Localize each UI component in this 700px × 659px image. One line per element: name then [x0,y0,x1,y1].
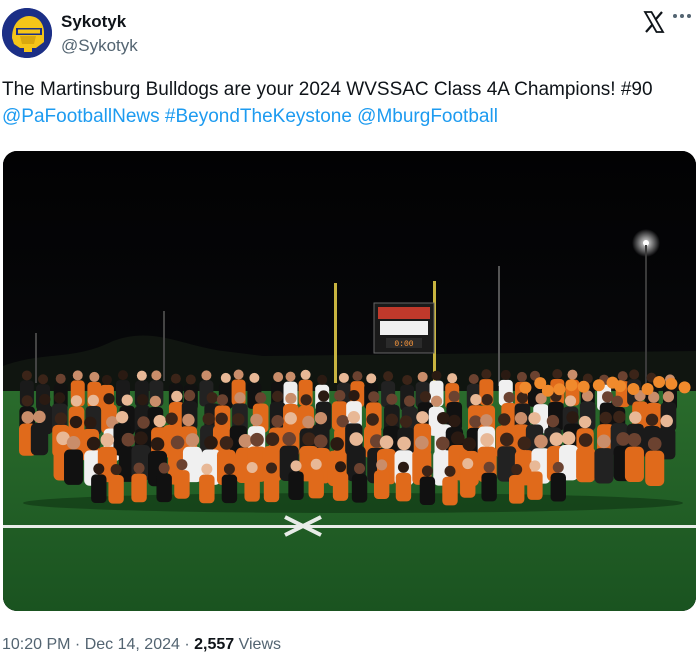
tweet-photo[interactable]: 0:00 [3,151,696,611]
more-options-icon[interactable] [668,4,696,28]
mention-pafootballnews-link[interactable]: @PaFootballNews [2,106,160,127]
hashtag-beyondthekeystone-link[interactable]: #BeyondTheKeystone [165,106,352,127]
svg-text:0:00: 0:00 [394,340,413,349]
author-display-name[interactable]: Sykotyk [61,12,138,32]
tweet-time[interactable]: 10:20 PM [2,636,70,653]
author-handle[interactable]: @Sykotyk [61,35,138,57]
meta-separator: · [179,636,195,653]
author-info: Sykotyk @Sykotyk [61,12,138,57]
tweet-header: Sykotyk @Sykotyk [0,0,700,70]
views-label: Views [234,636,281,653]
x-logo-icon[interactable] [642,10,666,34]
meta-separator: · [70,636,85,653]
tweet-body: The Martinsburg Bulldogs are your 2024 W… [2,79,653,100]
tweet-date[interactable]: Dec 14, 2024 [85,636,180,653]
tweet-meta: 10:20 PM · Dec 14, 2024 · 2,557 Views [2,634,281,656]
avatar[interactable] [2,8,52,58]
helmet-avatar-icon [2,8,52,58]
team-photo-image: 0:00 [3,151,696,611]
views-count: 2,557 [194,636,235,653]
mention-mburgfootball-link[interactable]: @MburgFootball [357,106,498,127]
tweet-text: The Martinsburg Bulldogs are your 2024 W… [2,76,694,130]
